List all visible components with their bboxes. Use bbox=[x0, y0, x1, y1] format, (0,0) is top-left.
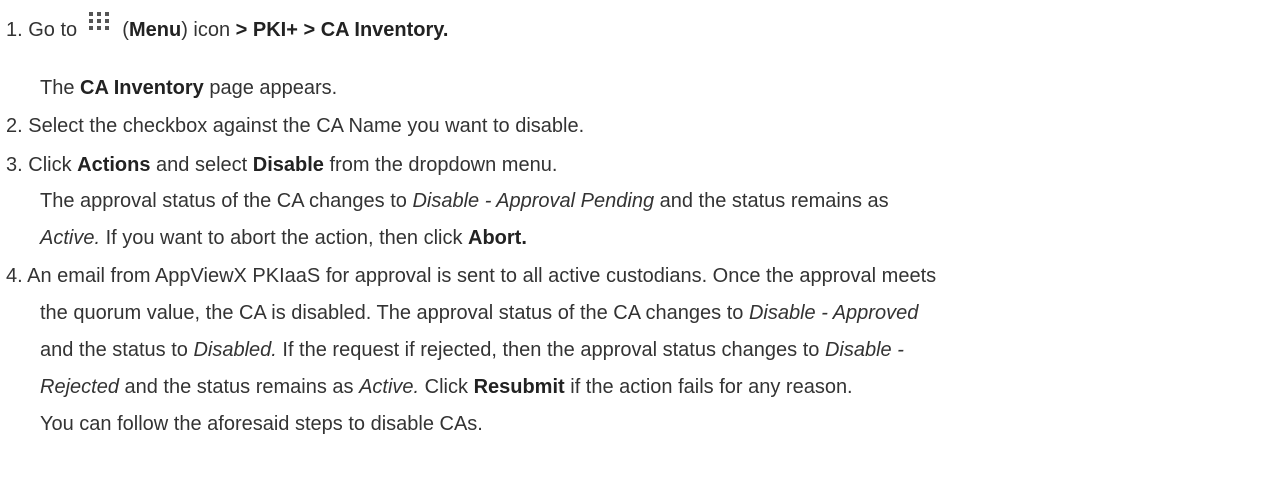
ca-inventory-label: CA Inventory bbox=[80, 77, 204, 99]
step-1-text: Go to bbox=[28, 19, 78, 41]
step-1-note-end: page appears. bbox=[203, 77, 338, 99]
step-3-text-mid: and select bbox=[150, 154, 253, 176]
step-2-line: 2. Select the checkbox against the CA Na… bbox=[6, 114, 584, 138]
step-1-note-text: The bbox=[40, 77, 81, 99]
actions-label: Actions bbox=[77, 154, 151, 176]
step-3-number: 3. bbox=[6, 154, 23, 176]
step-4-line-5: You can follow the aforesaid steps to di… bbox=[40, 412, 483, 436]
step-3-text: Click bbox=[28, 154, 78, 176]
step-4-text-3: and the status to bbox=[40, 339, 194, 361]
step-3-note-1: The approval status of the CA changes to… bbox=[40, 189, 889, 213]
step-4-text-1: An email from AppViewX PKIaaS for approv… bbox=[27, 265, 937, 287]
step-4-line-3: and the status to Disabled. If the reque… bbox=[40, 338, 904, 362]
step-4-number: 4. bbox=[6, 265, 23, 287]
disable-rejected-status-part-2: Rejected bbox=[40, 376, 119, 398]
step-4-text-5: You can follow the aforesaid steps to di… bbox=[40, 413, 483, 435]
approval-pending-status: Disable - Approval Pending bbox=[412, 190, 655, 212]
disable-approved-status: Disable - Approved bbox=[748, 302, 919, 324]
step-4-line-4: Rejected and the status remains as Activ… bbox=[40, 375, 853, 399]
step-4-text-3b: If the request if rejected, then the app… bbox=[276, 339, 825, 361]
step-2-text: Select the checkbox against the CA Name … bbox=[28, 115, 585, 137]
step-3-note-2: Active. If you want to abort the action,… bbox=[40, 226, 527, 250]
step-3-note-1-text: The approval status of the CA changes to bbox=[40, 190, 413, 212]
disable-label: Disable bbox=[252, 154, 324, 176]
step-1-icon-word: ) icon bbox=[181, 19, 231, 41]
menu-path: > PKI+ > CA Inventory. bbox=[230, 19, 449, 41]
abort-label: Abort. bbox=[468, 227, 527, 249]
step-3-line: 3. Click Actions and select Disable from… bbox=[6, 153, 557, 177]
step-4-text-4b: Click bbox=[419, 376, 474, 398]
disable-rejected-status-part-1: Disable - bbox=[824, 339, 904, 361]
step-1-paren: ( bbox=[122, 19, 129, 41]
step-3-note-1-end: and the status remains as bbox=[654, 190, 889, 212]
step-1-line: 1. Go to (Menu) icon > PKI+ > CA Invento… bbox=[6, 12, 449, 42]
grid-menu-icon bbox=[83, 10, 117, 34]
instruction-document: 1. Go to (Menu) icon > PKI+ > CA Invento… bbox=[0, 0, 1266, 504]
step-4-line-2: the quorum value, the CA is disabled. Th… bbox=[40, 301, 918, 325]
resubmit-label: Resubmit bbox=[473, 376, 565, 398]
active-status: Active. bbox=[40, 227, 101, 249]
menu-label: Menu bbox=[128, 19, 182, 41]
step-1-note: The CA Inventory page appears. bbox=[40, 76, 337, 100]
step-4-text-4: and the status remains as bbox=[118, 376, 360, 398]
step-2-number: 2. bbox=[6, 115, 23, 137]
step-3-note-2-text: If you want to abort the action, then cl… bbox=[100, 227, 469, 249]
step-4-text-4c: if the action fails for any reason. bbox=[564, 376, 853, 398]
step-3-text-end: from the dropdown menu. bbox=[323, 154, 558, 176]
step-4-text-2: the quorum value, the CA is disabled. Th… bbox=[40, 302, 749, 324]
step-4-line-1: 4. An email from AppViewX PKIaaS for app… bbox=[6, 264, 936, 288]
step-1-number: 1. bbox=[6, 19, 23, 41]
active-status-2: Active. bbox=[359, 376, 420, 398]
disabled-status: Disabled. bbox=[193, 339, 277, 361]
